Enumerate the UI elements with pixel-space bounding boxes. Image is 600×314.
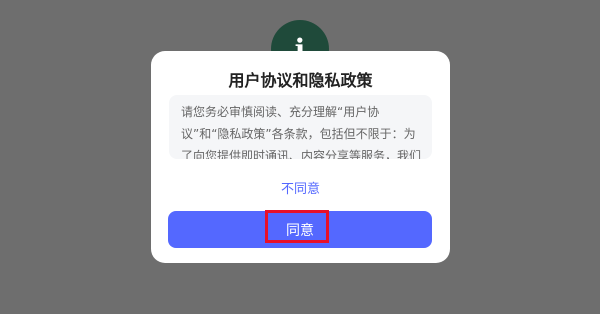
dialog-title: 用户协议和隐私政策	[228, 71, 373, 90]
policy-content-scroll[interactable]: 请您务必审慎阅读、充分理解“用户协议”和“隐私政策”各条款，包括但不限于：为了向…	[169, 95, 432, 159]
agree-button[interactable]: 同意	[168, 211, 432, 248]
privacy-dialog: 用户协议和隐私政策 请您务必审慎阅读、充分理解“用户协议”和“隐私政策”各条款，…	[151, 51, 450, 263]
disagree-button[interactable]: 不同意	[151, 178, 450, 197]
agree-button-label: 同意	[286, 222, 314, 239]
policy-content-text: 请您务必审慎阅读、充分理解“用户协议”和“隐私政策”各条款，包括但不限于：为了向…	[181, 105, 422, 159]
